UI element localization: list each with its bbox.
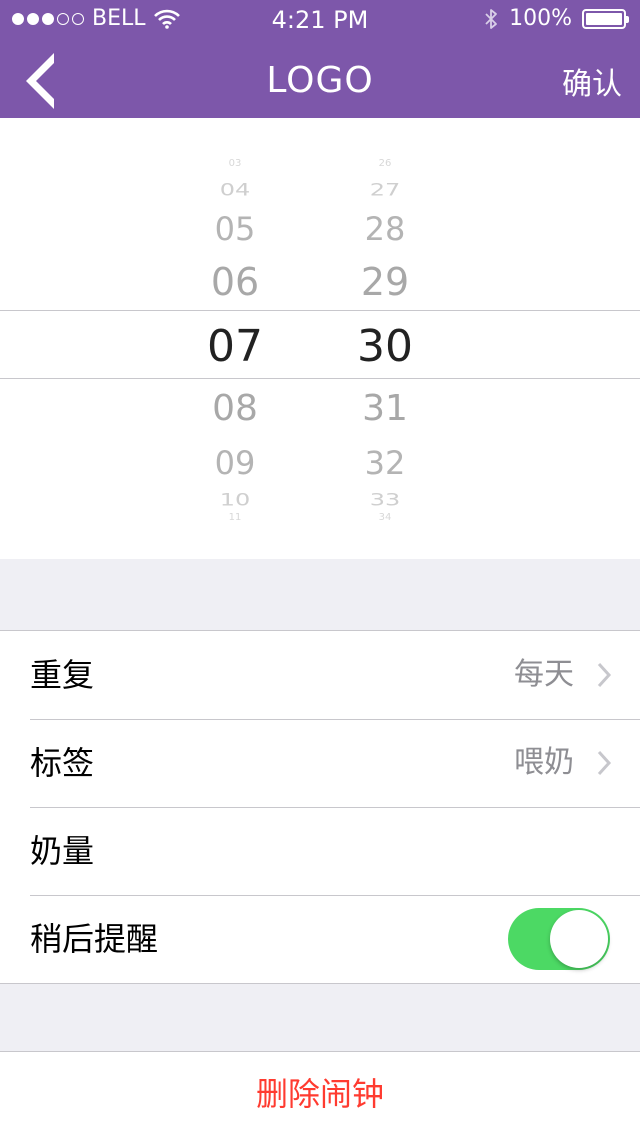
toggle-knob (550, 910, 608, 968)
snooze-label: 稍后提醒 (30, 920, 159, 958)
battery-fill (586, 12, 622, 25)
repeat-value: 每天 (514, 657, 574, 692)
hour-option: 06 (210, 260, 260, 304)
hour-option: 08 (212, 388, 258, 429)
hour-option: 09 (214, 444, 256, 482)
time-picker[interactable]: 03 04 05 06 07 08 09 10 11 26 27 28 29 3… (0, 118, 640, 559)
minute-option: 27 (369, 180, 401, 200)
tag-label: 标签 (30, 744, 95, 782)
hour-wheel[interactable]: 03 04 05 06 07 08 09 10 11 (175, 118, 295, 559)
minute-option: 26 (378, 158, 392, 169)
hour-option: 04 (219, 180, 251, 200)
tag-value: 喂奶 (514, 745, 574, 780)
snooze-row: 稍后提醒 (0, 895, 640, 983)
page-title: LOGO (266, 60, 374, 101)
picker-selection-top-line (0, 310, 640, 311)
hour-option: 10 (219, 490, 251, 510)
minute-option: 28 (364, 210, 406, 248)
minute-selected: 30 (357, 321, 413, 372)
bluetooth-icon (485, 8, 497, 29)
navigation-bar: LOGO 确认 (0, 40, 640, 118)
status-bar: BELL 4:21 PM 100% (0, 0, 640, 40)
minute-option: 32 (364, 444, 406, 482)
hour-option: 05 (214, 210, 256, 248)
status-bar-right: 100% (483, 6, 629, 31)
chevron-right-icon (597, 750, 612, 776)
minute-option: 33 (369, 490, 401, 510)
alarm-settings-list: 重复 每天 标签 喂奶 奶量 稍后提醒 (0, 630, 640, 984)
hour-option: 11 (228, 512, 242, 523)
chevron-right-icon (597, 662, 612, 688)
battery-percent: 100% (509, 6, 572, 31)
hour-selected: 07 (207, 321, 263, 372)
hour-option: 03 (228, 158, 242, 169)
repeat-label: 重复 (30, 656, 95, 694)
minute-option: 29 (360, 260, 410, 304)
delete-alarm-button[interactable]: 删除闹钟 (0, 1051, 640, 1136)
picker-selection-bottom-line (0, 378, 640, 379)
amount-label: 奶量 (30, 832, 95, 870)
repeat-row[interactable]: 重复 每天 (0, 631, 640, 719)
amount-row[interactable]: 奶量 (0, 807, 640, 895)
snooze-toggle[interactable] (508, 908, 610, 970)
confirm-button[interactable]: 确认 (559, 68, 625, 101)
minute-wheel[interactable]: 26 27 28 29 30 31 32 33 34 (325, 118, 445, 559)
tag-row[interactable]: 标签 喂奶 (0, 719, 640, 807)
minute-option: 31 (362, 388, 408, 429)
battery-icon (582, 8, 629, 29)
minute-option: 34 (378, 512, 392, 523)
